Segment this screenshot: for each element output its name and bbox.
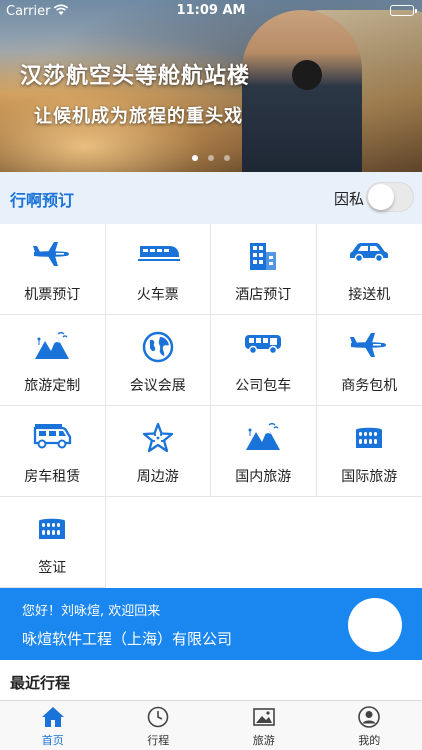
tab-item[interactable]: 旅游 <box>211 701 317 750</box>
picture-icon <box>211 706 317 728</box>
mountains-icon <box>211 422 316 454</box>
user-icon <box>317 706 422 728</box>
airplane-icon <box>0 240 105 272</box>
page-title: 行啊预订 <box>10 191 75 210</box>
car-icon <box>317 240 422 272</box>
service-label: 公司包车 <box>235 378 292 394</box>
tab-item[interactable]: 行程 <box>106 701 212 750</box>
tab-label: 旅游 <box>252 734 275 747</box>
recent-trips-section: 最近行程 <box>0 660 422 700</box>
banner-headline: 汉莎航空头等舱航站楼 <box>20 64 251 89</box>
service-item[interactable]: 机票预订 <box>0 224 106 315</box>
status-bar: Carrier 11:09 AM <box>0 0 422 22</box>
clock-icon <box>106 706 212 728</box>
service-item[interactable]: 国际旅游 <box>316 406 422 497</box>
service-grid: 机票预订 火车票 酒店预订 接送机旅游定制 会议会展 公司包车 商务包机房车租赁 周边游 国内旅… <box>0 224 422 588</box>
service-label: 签证 <box>38 560 67 576</box>
banner-headphone-shape <box>292 60 322 90</box>
banner-person-shape <box>242 10 362 172</box>
page-dot[interactable] <box>192 155 198 161</box>
tab-item[interactable]: 我的 <box>317 701 422 750</box>
service-label: 国际旅游 <box>341 469 398 485</box>
tab-bar: 首页 行程 旅游 我的 <box>0 700 422 750</box>
mountains-icon <box>0 331 105 363</box>
service-label: 酒店预订 <box>235 287 292 303</box>
page-dot[interactable] <box>224 155 230 161</box>
service-item[interactable]: 房车租赁 <box>0 406 106 497</box>
colosseum-icon <box>317 422 422 454</box>
service-item[interactable]: 周边游 <box>105 406 211 497</box>
hotel-icon <box>211 240 316 272</box>
page-dot[interactable] <box>208 155 214 161</box>
tab-item[interactable]: 首页 <box>0 701 106 750</box>
service-label: 机票预订 <box>24 287 81 303</box>
service-label: 接送机 <box>348 287 391 303</box>
service-item[interactable]: 旅游定制 <box>0 315 106 406</box>
welcome-panel: 您好！刘咏煊, 欢迎回来 咏煊软件工程（上海）有限公司 <box>0 588 422 660</box>
service-label: 旅游定制 <box>24 378 81 394</box>
service-item[interactable]: 火车票 <box>105 224 211 315</box>
starfish-icon <box>106 422 211 454</box>
service-label: 房车租赁 <box>24 469 81 485</box>
airplane-icon <box>317 331 422 363</box>
recent-trips-title: 最近行程 <box>10 674 71 692</box>
bus-icon <box>211 331 316 363</box>
welcome-greeting: 您好！刘咏煊, 欢迎回来 <box>22 604 161 619</box>
train-icon <box>106 240 211 272</box>
company-name: 咏煊软件工程（上海）有限公司 <box>22 630 233 648</box>
battery-icon <box>390 5 417 16</box>
service-item[interactable]: 酒店预订 <box>211 224 317 315</box>
service-item[interactable]: 签证 <box>0 497 106 588</box>
promo-banner[interactable]: Carrier 11:09 AM 汉莎航空头等舱航站楼 让候机成为旅程的重头戏 <box>0 0 422 172</box>
colosseum-icon <box>0 513 105 545</box>
rv-icon <box>0 422 105 454</box>
header-bar: 行啊预订 因私 <box>0 172 422 224</box>
service-label: 会议会展 <box>129 378 186 394</box>
tab-label: 我的 <box>358 734 381 747</box>
banner-page-indicator[interactable] <box>0 155 422 161</box>
tab-label: 首页 <box>41 734 64 747</box>
private-label: 因私 <box>333 190 364 208</box>
service-label: 火车票 <box>136 287 179 303</box>
service-label: 商务包机 <box>341 378 398 394</box>
service-item[interactable]: 接送机 <box>316 224 422 315</box>
banner-subline: 让候机成为旅程的重头戏 <box>34 106 243 127</box>
service-label: 国内旅游 <box>235 469 292 485</box>
service-item[interactable]: 商务包机 <box>316 315 422 406</box>
tab-label: 行程 <box>147 734 170 747</box>
service-item[interactable]: 公司包车 <box>211 315 317 406</box>
service-label: 周边游 <box>136 469 179 485</box>
globe-icon <box>106 331 211 363</box>
status-time: 11:09 AM <box>176 3 246 18</box>
service-item[interactable]: 国内旅游 <box>211 406 317 497</box>
service-item[interactable]: 会议会展 <box>105 315 211 406</box>
private-toggle[interactable] <box>366 182 414 212</box>
home-icon <box>0 706 106 728</box>
avatar[interactable] <box>348 598 402 652</box>
